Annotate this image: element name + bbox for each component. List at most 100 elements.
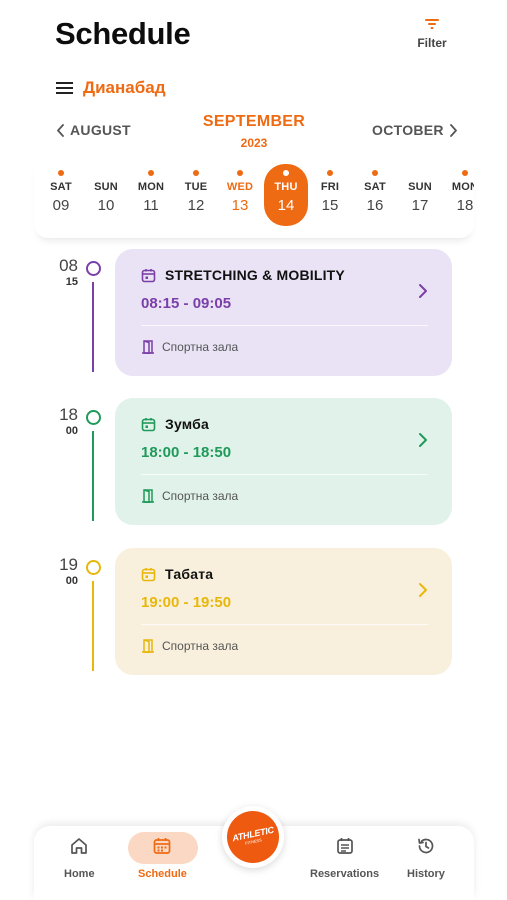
- door-icon: [142, 340, 154, 354]
- current-year-label: 2023: [240, 136, 268, 150]
- calendar-icon: [141, 418, 156, 432]
- event-dot: [327, 170, 333, 176]
- day-item-selected[interactable]: THU 14: [264, 164, 308, 226]
- day-number: 13: [231, 197, 249, 214]
- day-name: MON: [137, 181, 165, 193]
- day-name: TUE: [184, 181, 208, 193]
- hamburger-menu-icon[interactable]: [56, 81, 74, 95]
- location-selector[interactable]: Дианабад: [56, 78, 166, 98]
- slot-hour: 19: [59, 555, 78, 574]
- brand-home-button[interactable]: ATHLETIC FITNESS: [222, 806, 284, 868]
- day-item[interactable]: MON 11: [131, 170, 171, 214]
- class-name: Зумба: [165, 416, 209, 432]
- day-strip: SAT 09 SUN 10 MON 11 TUE 12 WED 13 THU 1…: [34, 160, 474, 238]
- event-dot: [237, 170, 243, 176]
- day-name: SUN: [408, 181, 432, 193]
- day-item[interactable]: SUN 10: [86, 170, 126, 214]
- room-label: Спортна зала: [162, 639, 239, 653]
- day-number: 11: [143, 197, 159, 214]
- day-item[interactable]: MON 18: [445, 170, 474, 214]
- class-card[interactable]: Табата 19:00 - 19:50 Спортна зала: [115, 548, 452, 675]
- slot-hour: 18: [59, 405, 78, 424]
- day-name: SAT: [50, 181, 72, 193]
- filter-button[interactable]: Filter: [410, 18, 454, 50]
- card-divider: [141, 474, 428, 475]
- timeline-line: [92, 282, 94, 372]
- chevron-right-icon[interactable]: [418, 432, 428, 448]
- day-name: MON: [451, 181, 474, 193]
- room-label: Спортна зала: [162, 489, 239, 503]
- nav-reservations[interactable]: Reservations: [310, 836, 379, 880]
- nav-schedule-label: Schedule: [138, 868, 187, 880]
- event-dot: [148, 170, 154, 176]
- class-name: Табата: [165, 566, 214, 582]
- class-card[interactable]: STRETCHING & MOBILITY 08:15 - 09:05 Спор…: [115, 249, 452, 376]
- timeline-marker: [86, 560, 101, 575]
- nav-history-label: History: [407, 868, 445, 880]
- nav-schedule[interactable]: Schedule: [138, 836, 187, 880]
- home-icon: [71, 838, 88, 854]
- next-month-button[interactable]: OCTOBER: [372, 122, 458, 138]
- class-time: 19:00 - 19:50: [141, 594, 232, 611]
- day-item[interactable]: TUE 12: [176, 170, 216, 214]
- day-number: 17: [411, 197, 429, 214]
- day-name: WED: [226, 181, 254, 193]
- day-number: 18: [456, 197, 474, 214]
- chevron-right-icon[interactable]: [418, 283, 428, 299]
- day-item[interactable]: SAT 16: [355, 170, 395, 214]
- room-label: Спортна зала: [162, 340, 239, 354]
- day-name: SAT: [364, 181, 386, 193]
- day-number: 14: [277, 197, 295, 214]
- slot-minute: 15: [65, 276, 78, 288]
- history-icon: [418, 838, 434, 854]
- nav-reservations-label: Reservations: [310, 868, 380, 880]
- event-dot: [193, 170, 199, 176]
- current-month-label: SEPTEMBER: [202, 113, 306, 130]
- calendar-icon: [154, 838, 171, 854]
- class-card[interactable]: Зумба 18:00 - 18:50 Спортна зала: [115, 398, 452, 525]
- prev-month-label: AUGUST: [70, 122, 131, 138]
- event-dot: [372, 170, 378, 176]
- chevron-right-icon: [449, 123, 457, 137]
- event-dot: [462, 170, 468, 176]
- door-icon: [142, 639, 154, 653]
- calendar-icon: [141, 269, 156, 283]
- chevron-left-icon: [57, 123, 64, 137]
- current-month: SEPTEMBER 2023: [180, 113, 328, 150]
- class-name: STRETCHING & MOBILITY: [165, 267, 345, 283]
- slot-minute: 00: [65, 425, 78, 437]
- event-dot: [283, 170, 289, 176]
- prev-month-button[interactable]: AUGUST: [56, 122, 131, 138]
- card-divider: [141, 325, 428, 326]
- day-item[interactable]: FRI 15: [310, 170, 350, 214]
- reservations-icon: [336, 838, 353, 854]
- class-time: 18:00 - 18:50: [141, 444, 232, 461]
- day-number: 09: [52, 197, 70, 214]
- nav-history[interactable]: History: [407, 836, 445, 880]
- timeline-line: [92, 581, 94, 671]
- card-divider: [141, 624, 428, 625]
- day-name: FRI: [320, 181, 340, 193]
- door-icon: [142, 489, 154, 503]
- timeline-marker: [86, 410, 101, 425]
- day-name: SUN: [94, 181, 118, 193]
- day-item-today[interactable]: WED 13: [220, 170, 260, 214]
- page-title: Schedule: [55, 16, 191, 51]
- day-number: 15: [321, 197, 339, 214]
- day-item[interactable]: SAT 09: [41, 170, 81, 214]
- slot-hour: 08: [59, 256, 78, 275]
- filter-label: Filter: [417, 36, 447, 50]
- next-month-label: OCTOBER: [372, 122, 444, 138]
- day-number: 12: [187, 197, 205, 214]
- slot-minute: 00: [65, 575, 78, 587]
- nav-home[interactable]: Home: [64, 836, 95, 880]
- location-label[interactable]: Дианабад: [83, 78, 166, 98]
- chevron-right-icon[interactable]: [418, 582, 428, 598]
- filter-icon: [425, 19, 439, 29]
- event-dot: [58, 170, 64, 176]
- day-number: 16: [366, 197, 384, 214]
- calendar-icon: [141, 568, 156, 582]
- day-item[interactable]: SUN 17: [400, 170, 440, 214]
- day-number: 10: [97, 197, 115, 214]
- class-time: 08:15 - 09:05: [141, 295, 232, 312]
